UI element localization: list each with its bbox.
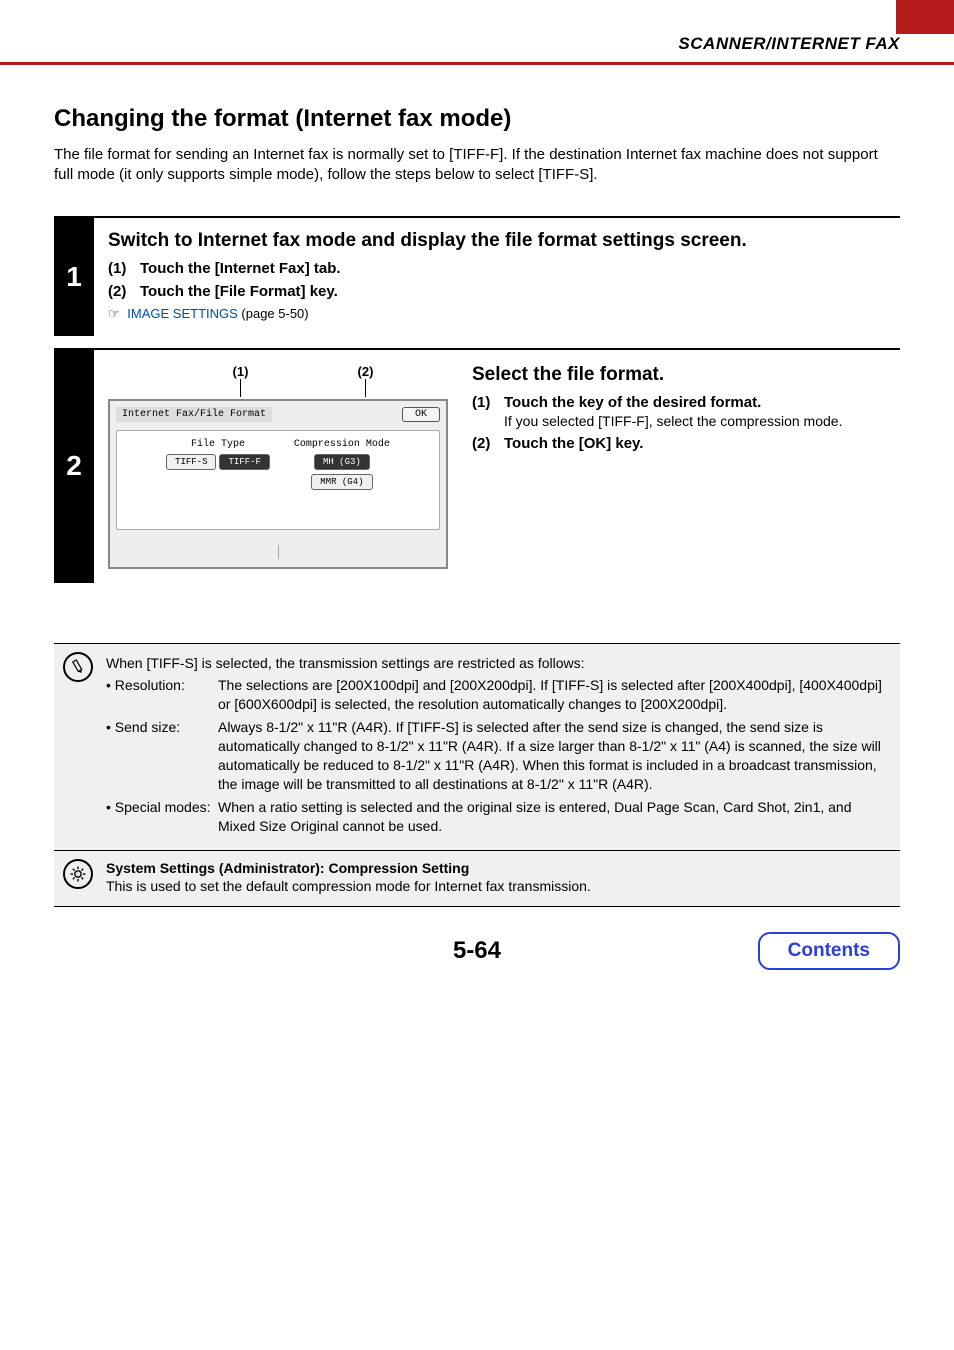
compression-mode-label: Compression Mode [294, 439, 390, 450]
note-icon [63, 652, 93, 682]
xref-page-ref: (page 5-50) [238, 306, 309, 321]
step-2-item-1-sub: If you selected [TIFF-F], select the com… [504, 413, 842, 429]
ok-button[interactable]: OK [402, 407, 440, 422]
tiff-s-button[interactable]: TIFF-S [166, 454, 216, 470]
mmr-g4-button[interactable]: MMR (G4) [311, 474, 372, 490]
page-title: Changing the format (Internet fax mode) [54, 105, 900, 133]
callout-1-label: (1) [233, 364, 249, 379]
contents-button[interactable]: Contents [758, 932, 900, 970]
file-type-label: File Type [191, 439, 245, 450]
callout-2-label: (2) [358, 364, 374, 379]
step-1: 1 Switch to Internet fax mode and displa… [54, 216, 900, 336]
note-intro: When [TIFF-S] is selected, the transmiss… [106, 654, 890, 673]
admin-box: System Settings (Administrator): Compres… [54, 851, 900, 908]
panel-title: Internet Fax/File Format [116, 407, 272, 422]
footer: 5-64 Contents [0, 907, 954, 995]
note-row-special-modes: • Special modes: When a ratio setting is… [106, 798, 890, 836]
top-color-tab [0, 0, 954, 34]
section-header: SCANNER/INTERNET FAX [0, 34, 954, 65]
step-2-number: 2 [54, 350, 94, 583]
step-1-item-2: (2) Touch the [File Format] key. [108, 283, 886, 300]
note-box: When [TIFF-S] is selected, the transmiss… [54, 643, 900, 851]
control-panel: Internet Fax/File Format OK File Type TI… [108, 399, 448, 569]
step-1-item-1: (1) Touch the [Internet Fax] tab. [108, 260, 886, 277]
step-2-title: Select the file format. [472, 364, 886, 386]
cross-reference[interactable]: ☞ IMAGE SETTINGS (page 5-50) [108, 306, 886, 322]
admin-title: System Settings (Administrator): Compres… [106, 859, 890, 878]
note-row-send-size: • Send size: Always 8-1/2" x 11"R (A4R).… [106, 718, 890, 794]
scroll-indicator [278, 545, 279, 559]
page-number: 5-64 [453, 937, 501, 965]
section-header-text: SCANNER/INTERNET FAX [678, 34, 900, 54]
mh-g3-button[interactable]: MH (G3) [314, 454, 370, 470]
xref-link-text: IMAGE SETTINGS [127, 306, 238, 321]
step-1-title: Switch to Internet fax mode and display … [108, 230, 886, 252]
admin-description: This is used to set the default compress… [106, 877, 890, 896]
step-2: 2 (1) (2) Internet Fax/File Format [54, 348, 900, 583]
step-2-item-1: (1) Touch the key of the desired format.… [472, 394, 886, 429]
step-1-number: 1 [54, 218, 94, 336]
step-2-item-2: (2) Touch the [OK] key. [472, 435, 886, 452]
note-row-resolution: • Resolution: The selections are [200X10… [106, 676, 890, 714]
tiff-f-button[interactable]: TIFF-F [219, 454, 269, 470]
intro-paragraph: The file format for sending an Internet … [54, 145, 900, 186]
settings-icon [63, 859, 93, 889]
pointer-icon: ☞ [108, 306, 120, 321]
